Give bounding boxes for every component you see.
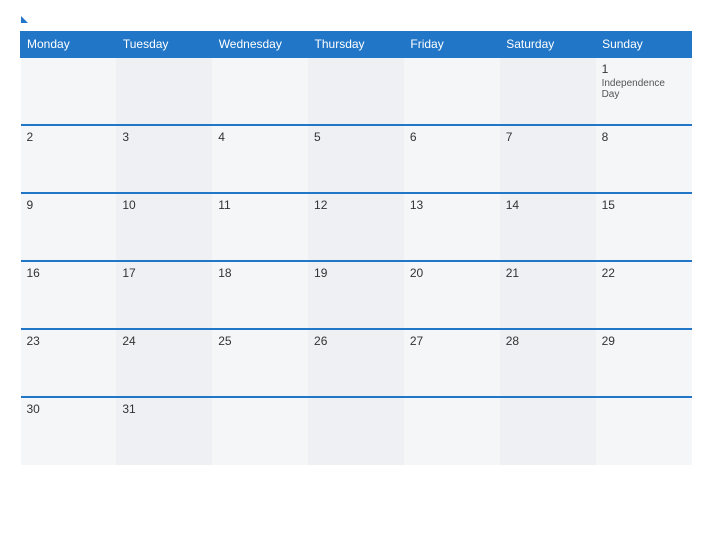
calendar-cell: 1 Independence Day: [596, 57, 692, 125]
day-number: 4: [218, 130, 302, 144]
day-number: 2: [27, 130, 111, 144]
calendar-cell: 9: [21, 193, 117, 261]
weekday-header-row: MondayTuesdayWednesdayThursdayFridaySatu…: [21, 32, 692, 58]
weekday-header-saturday: Saturday: [500, 32, 596, 58]
day-number: 1: [602, 62, 686, 76]
calendar-cell: [500, 57, 596, 125]
weekday-header-monday: Monday: [21, 32, 117, 58]
calendar-cell: 25: [212, 329, 308, 397]
holiday-text: Independence Day: [602, 78, 686, 100]
day-number: 17: [122, 266, 206, 280]
calendar-cell: 24: [116, 329, 212, 397]
day-number: 10: [122, 198, 206, 212]
calendar-cell: [308, 57, 404, 125]
day-number: 27: [410, 334, 494, 348]
calendar-cell: 12: [308, 193, 404, 261]
calendar-cell: 4: [212, 125, 308, 193]
logo-blue-row: [20, 16, 28, 21]
day-number: 20: [410, 266, 494, 280]
calendar-page: MondayTuesdayWednesdayThursdayFridaySatu…: [0, 0, 712, 550]
week-row-4: 16 17 18 19 20 21 22: [21, 261, 692, 329]
calendar-cell: [308, 397, 404, 465]
calendar-cell: 5: [308, 125, 404, 193]
calendar-cell: 2: [21, 125, 117, 193]
weekday-header-thursday: Thursday: [308, 32, 404, 58]
calendar-cell: 13: [404, 193, 500, 261]
calendar-cell: 29: [596, 329, 692, 397]
weekday-header-tuesday: Tuesday: [116, 32, 212, 58]
day-number: 18: [218, 266, 302, 280]
day-number: 12: [314, 198, 398, 212]
weekday-header-friday: Friday: [404, 32, 500, 58]
week-row-2: 2345678: [21, 125, 692, 193]
calendar-cell: 10: [116, 193, 212, 261]
week-row-6: 30 31: [21, 397, 692, 465]
calendar-cell: 14: [500, 193, 596, 261]
day-number: 31: [122, 402, 206, 416]
calendar-cell: [500, 397, 596, 465]
calendar-cell: 31: [116, 397, 212, 465]
weekday-header-sunday: Sunday: [596, 32, 692, 58]
day-number: 13: [410, 198, 494, 212]
week-row-3: 9 10 11 12 13 14 15: [21, 193, 692, 261]
day-number: 8: [602, 130, 686, 144]
day-number: 16: [27, 266, 111, 280]
calendar-cell: [212, 57, 308, 125]
day-number: 7: [506, 130, 590, 144]
calendar-cell: 20: [404, 261, 500, 329]
day-number: 21: [506, 266, 590, 280]
day-number: 6: [410, 130, 494, 144]
calendar-cell: 15: [596, 193, 692, 261]
day-number: 26: [314, 334, 398, 348]
calendar-cell: 27: [404, 329, 500, 397]
day-number: 30: [27, 402, 111, 416]
calendar-cell: 16: [21, 261, 117, 329]
calendar-cell: [596, 397, 692, 465]
calendar-cell: [404, 57, 500, 125]
calendar-header: [20, 16, 692, 21]
calendar-cell: 28: [500, 329, 596, 397]
calendar-cell: 21: [500, 261, 596, 329]
calendar-cell: 22: [596, 261, 692, 329]
calendar-table: MondayTuesdayWednesdayThursdayFridaySatu…: [20, 31, 692, 465]
calendar-cell: 17: [116, 261, 212, 329]
calendar-cell: 7: [500, 125, 596, 193]
calendar-cell: 8: [596, 125, 692, 193]
day-number: 5: [314, 130, 398, 144]
weekday-header-wednesday: Wednesday: [212, 32, 308, 58]
day-number: 22: [602, 266, 686, 280]
calendar-cell: 3: [116, 125, 212, 193]
calendar-cell: [404, 397, 500, 465]
day-number: 9: [27, 198, 111, 212]
day-number: 24: [122, 334, 206, 348]
day-number: 15: [602, 198, 686, 212]
logo: [20, 16, 28, 21]
calendar-cell: 18: [212, 261, 308, 329]
day-number: 23: [27, 334, 111, 348]
calendar-cell: 19: [308, 261, 404, 329]
day-number: 29: [602, 334, 686, 348]
calendar-cell: 26: [308, 329, 404, 397]
week-row-5: 23 24 25 26 27 28 29: [21, 329, 692, 397]
logo-triangle-icon: [21, 16, 28, 23]
calendar-cell: 30: [21, 397, 117, 465]
week-row-1: 1 Independence Day: [21, 57, 692, 125]
calendar-cell: 23: [21, 329, 117, 397]
day-number: 11: [218, 198, 302, 212]
calendar-cell: [21, 57, 117, 125]
day-number: 3: [122, 130, 206, 144]
day-number: 28: [506, 334, 590, 348]
calendar-cell: [212, 397, 308, 465]
calendar-cell: 6: [404, 125, 500, 193]
calendar-cell: 11: [212, 193, 308, 261]
calendar-cell: [116, 57, 212, 125]
day-number: 25: [218, 334, 302, 348]
day-number: 14: [506, 198, 590, 212]
day-number: 19: [314, 266, 398, 280]
